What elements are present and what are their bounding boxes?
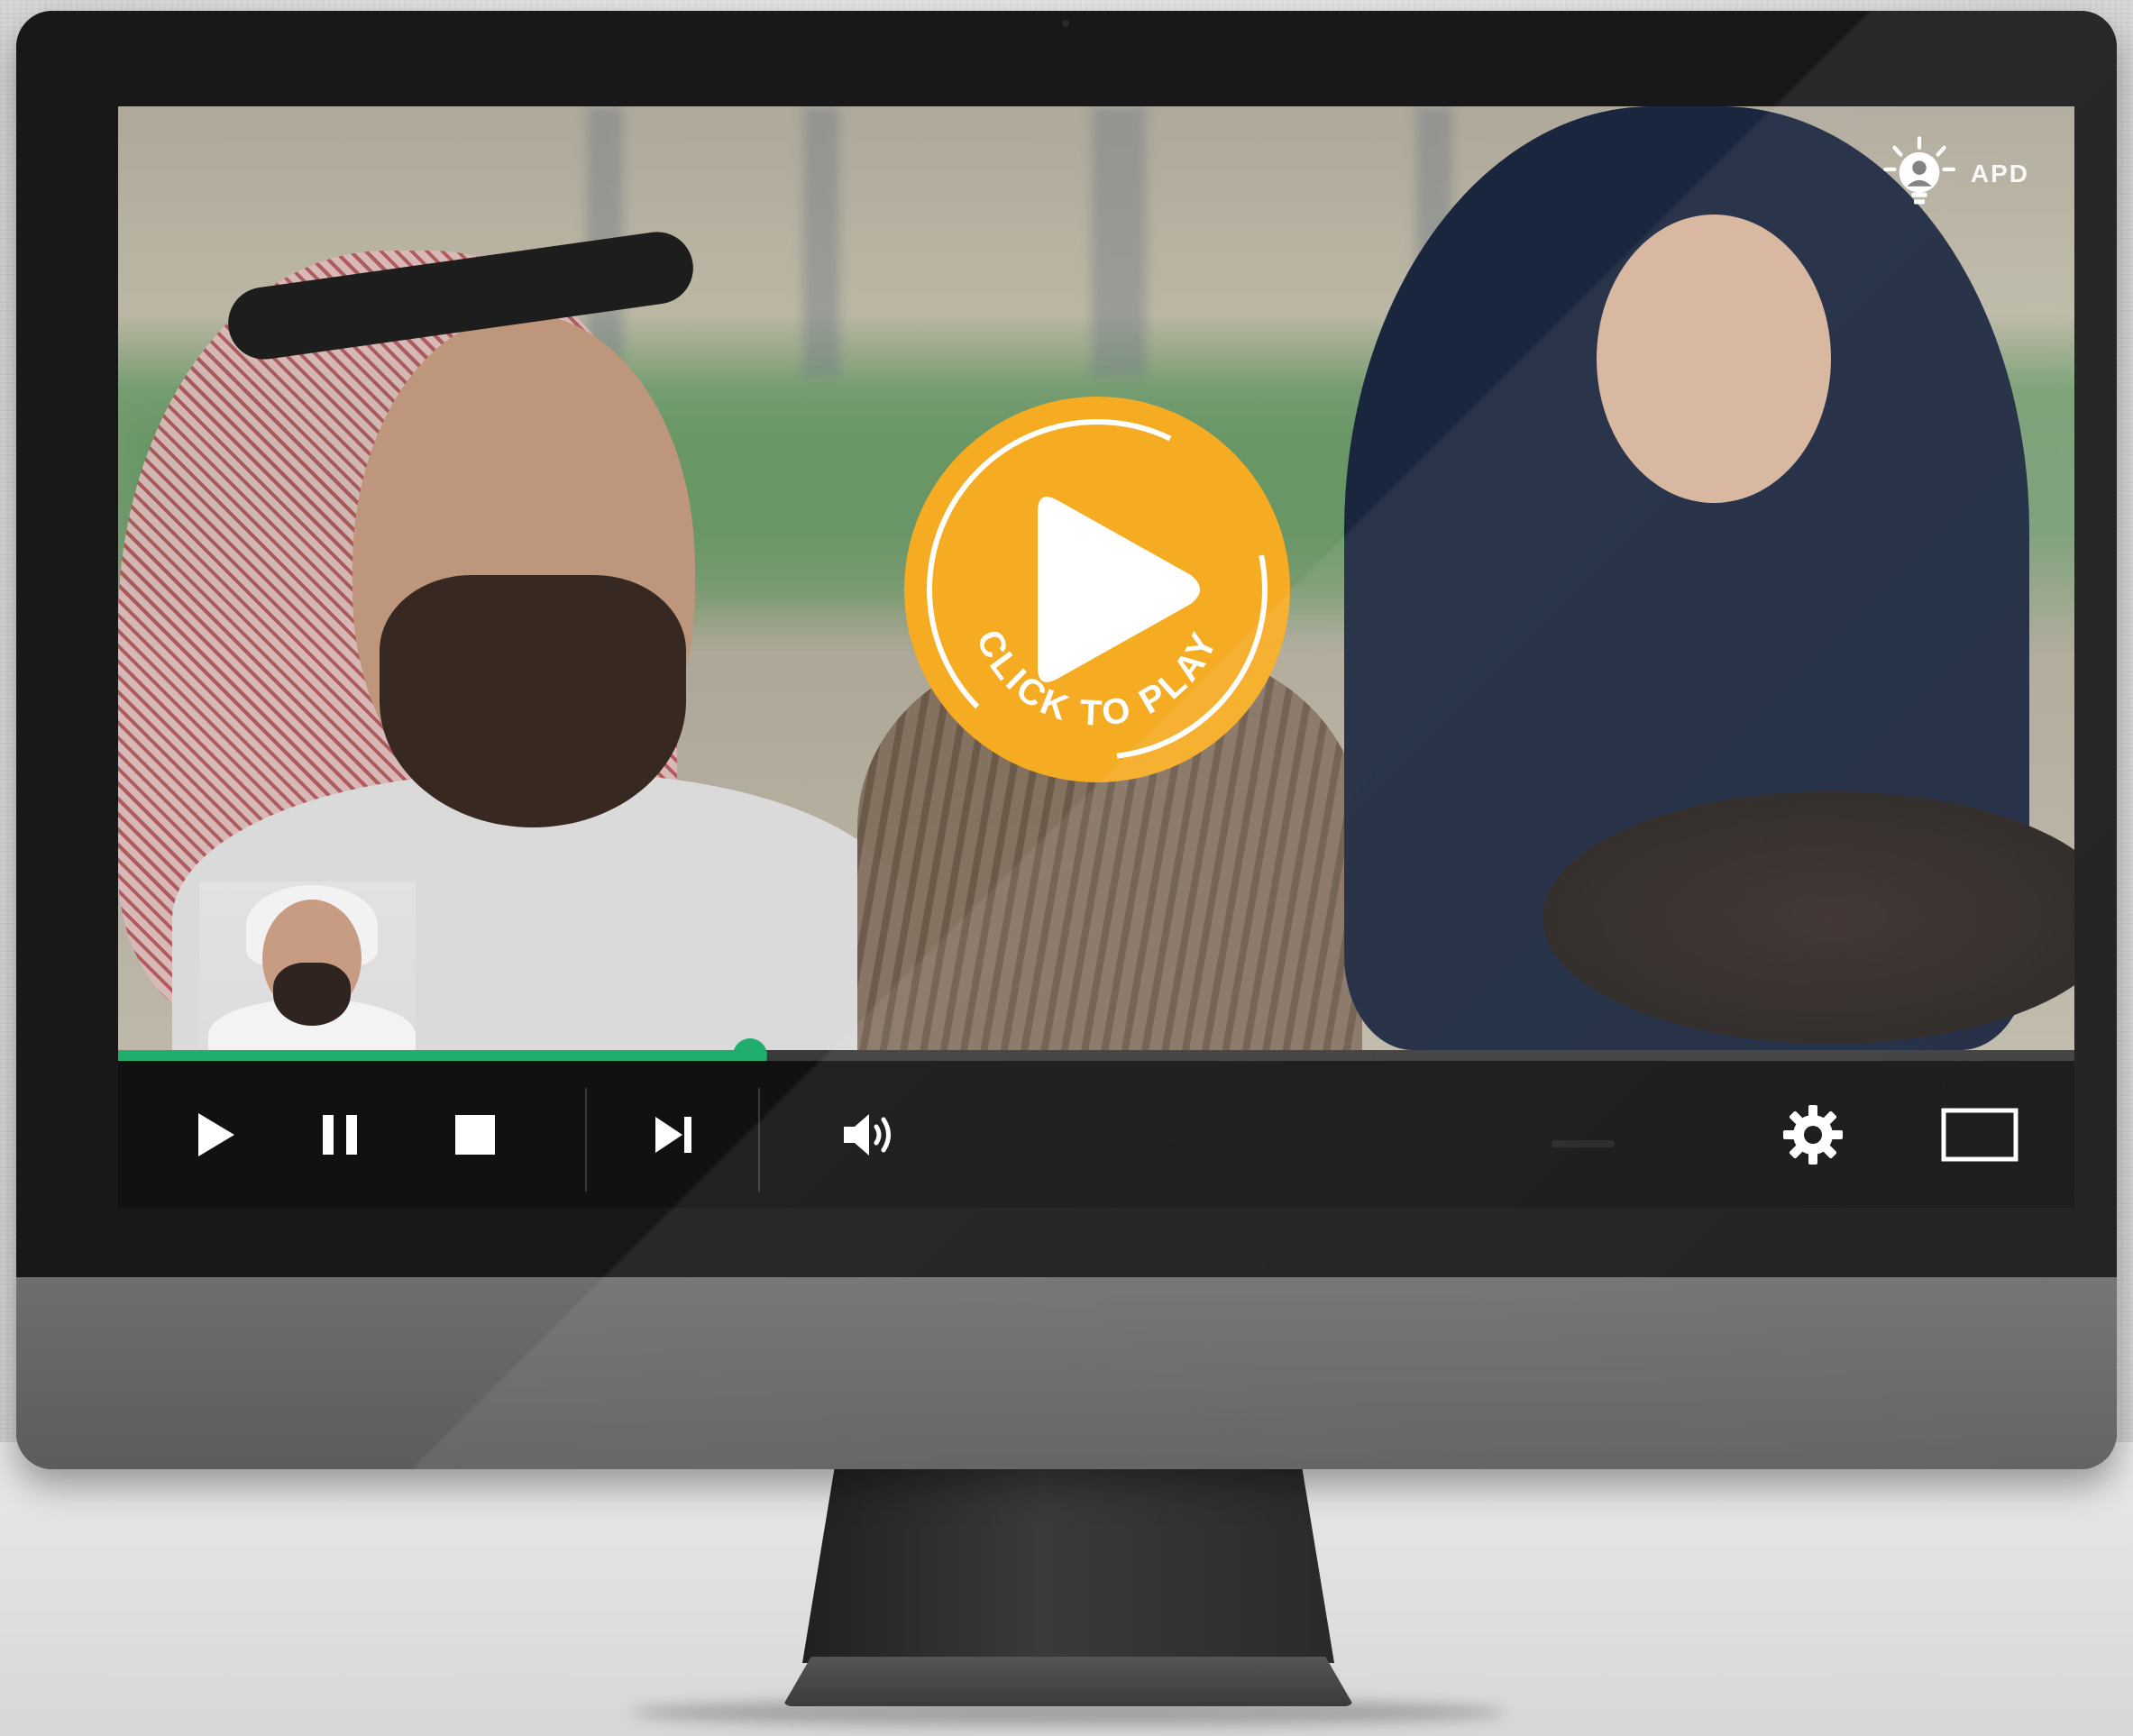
monitor-stand-neck bbox=[802, 1469, 1334, 1663]
gear-icon bbox=[1783, 1104, 1843, 1165]
sign-language-inset bbox=[199, 882, 416, 1050]
play-icon bbox=[198, 1112, 234, 1156]
fullscreen-button[interactable] bbox=[1930, 1061, 2029, 1208]
pause-button[interactable] bbox=[297, 1061, 383, 1208]
stop-icon bbox=[455, 1114, 495, 1155]
monitor-stand-foot bbox=[783, 1657, 1354, 1706]
channel-logo: APD bbox=[1881, 135, 2029, 213]
settings-button[interactable] bbox=[1768, 1061, 1858, 1208]
controls-divider bbox=[585, 1088, 587, 1192]
monitor: APD CLICK TO PLAY bbox=[16, 11, 2117, 1469]
player-controls bbox=[118, 1061, 2074, 1208]
click-to-play-button[interactable]: CLICK TO PLAY bbox=[902, 395, 1292, 784]
skip-next-icon bbox=[655, 1116, 691, 1153]
video-frame[interactable]: APD CLICK TO PLAY bbox=[118, 106, 2074, 1050]
hidden-slider-track bbox=[1552, 1140, 1615, 1147]
logo-wordmark: APD bbox=[1970, 160, 2029, 187]
progress-bar[interactable] bbox=[118, 1038, 2074, 1073]
volume-icon bbox=[844, 1113, 891, 1156]
pause-icon bbox=[323, 1114, 357, 1155]
skip-next-button[interactable] bbox=[630, 1061, 717, 1208]
lightbulb-person-icon bbox=[1882, 136, 1955, 205]
stop-button[interactable] bbox=[432, 1061, 518, 1208]
video-player: APD CLICK TO PLAY bbox=[118, 106, 2074, 1208]
fullscreen-icon bbox=[1941, 1108, 2019, 1161]
play-button[interactable] bbox=[172, 1061, 259, 1208]
volume-button[interactable] bbox=[825, 1061, 915, 1208]
progress-fill bbox=[118, 1050, 750, 1061]
monitor-chin bbox=[16, 1277, 2117, 1469]
webcam bbox=[1062, 20, 1069, 27]
controls-divider bbox=[758, 1088, 760, 1192]
